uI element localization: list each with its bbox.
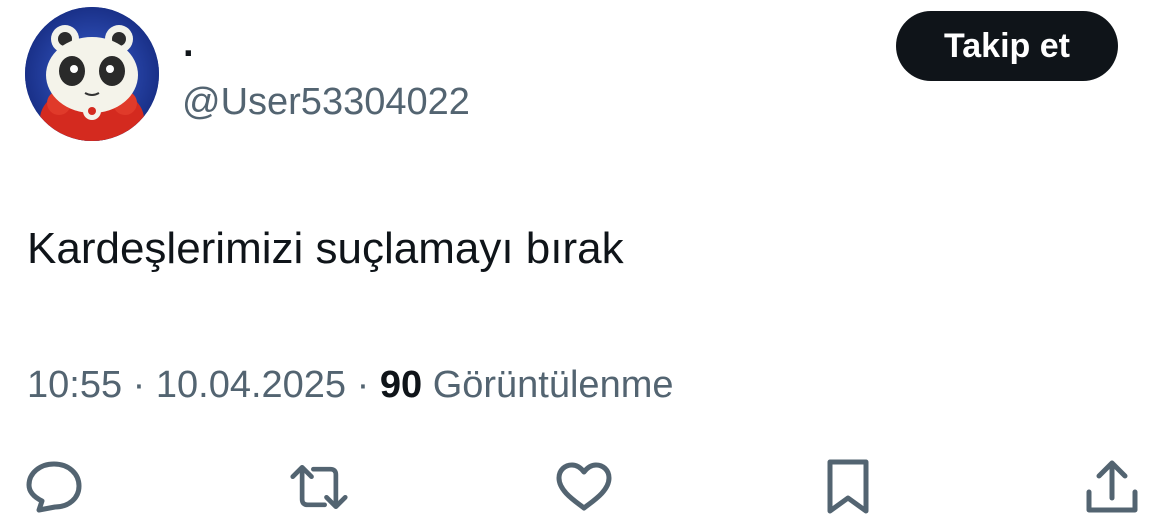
like-button[interactable] xyxy=(554,458,614,516)
retweet-button[interactable] xyxy=(289,458,349,516)
tweet-time[interactable]: 10:55 xyxy=(27,364,122,406)
avatar[interactable] xyxy=(25,7,159,141)
bookmark-button[interactable] xyxy=(818,458,878,516)
tweet-text: Kardeşlerimizi suçlamayı bırak xyxy=(27,224,624,273)
bookmark-icon xyxy=(827,459,869,514)
reply-button[interactable] xyxy=(24,458,84,516)
meta-separator: · xyxy=(122,364,156,406)
meta-separator: · xyxy=(346,364,380,406)
tweet-meta: 10:55 · 10.04.2025 · 90 Görüntülenme xyxy=(27,362,674,408)
views-label: Görüntülenme xyxy=(432,364,674,406)
tweet-date[interactable]: 10.04.2025 xyxy=(156,364,346,406)
share-icon xyxy=(1086,460,1138,513)
share-button[interactable] xyxy=(1082,458,1142,516)
author-handle[interactable]: @User53304022 xyxy=(182,80,470,124)
views-count: 90 xyxy=(379,364,423,406)
reply-icon xyxy=(26,461,82,513)
author-display-name[interactable]: · xyxy=(183,32,196,76)
follow-button[interactable]: Takip et xyxy=(896,11,1118,81)
teddie-mascot-avatar-icon xyxy=(25,7,159,141)
retweet-icon xyxy=(290,464,348,510)
like-icon xyxy=(556,462,612,511)
